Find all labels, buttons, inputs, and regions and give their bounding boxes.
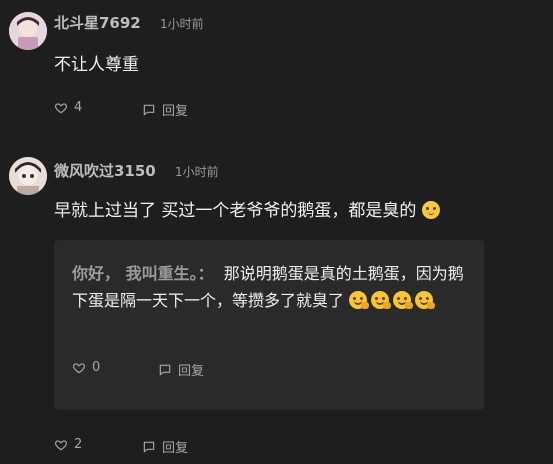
comment-icon [159, 364, 171, 375]
avatar[interactable] [9, 157, 47, 195]
reply-username[interactable]: 你好， 我叫重生。 [72, 264, 198, 283]
comment-text: 不让人尊重 [54, 55, 139, 75]
timestamp: 1小时前 [160, 17, 204, 31]
like-count: 0 [92, 360, 101, 375]
like-count: 4 [74, 100, 83, 115]
reply-label: 回复 [162, 104, 189, 119]
timestamp: 1小时前 [175, 165, 219, 179]
heart-icon [54, 439, 68, 450]
like-button[interactable]: 4 [54, 100, 82, 115]
comment-icon [143, 441, 155, 452]
like-button[interactable]: 2 [54, 437, 82, 452]
like-count: 2 [74, 437, 83, 452]
reply-button[interactable]: 回复 [142, 437, 188, 456]
shushing-face-emoji [393, 291, 414, 309]
like-button[interactable]: 0 [72, 360, 100, 375]
shushing-face-emoji [349, 291, 370, 309]
reply-label: 回复 [178, 364, 205, 379]
nested-reply: 你好， 我叫重生。： 那说明鹅蛋是真的土鹅蛋，因为鹅下蛋是隔一天下一个，等攒多了… [54, 240, 484, 410]
reply-label: 回复 [162, 441, 189, 456]
avatar[interactable] [9, 12, 47, 50]
comment-text: 早就上过当了 买过一个老爷爷的鹅蛋，都是臭的 [54, 196, 444, 221]
heart-icon [54, 102, 68, 113]
comment-text-content: 早就上过当了 买过一个老爷爷的鹅蛋，都是臭的 [54, 201, 417, 221]
reply-button[interactable]: 回复 [142, 100, 188, 119]
eye-roll-emoji [421, 201, 440, 219]
heart-icon [72, 362, 86, 373]
shushing-face-emoji [371, 291, 392, 309]
comment-icon [143, 104, 155, 115]
nested-reply-text: 你好， 我叫重生。： 那说明鹅蛋是真的土鹅蛋，因为鹅下蛋是隔一天下一个，等攒多了… [72, 260, 472, 314]
username[interactable]: 北斗星7692 [54, 12, 141, 33]
reply-button[interactable]: 回复 [158, 360, 204, 379]
username[interactable]: 微风吹过3150 [54, 160, 156, 181]
reply-separator: ： [197, 264, 214, 283]
shushing-face-emoji [415, 291, 436, 309]
